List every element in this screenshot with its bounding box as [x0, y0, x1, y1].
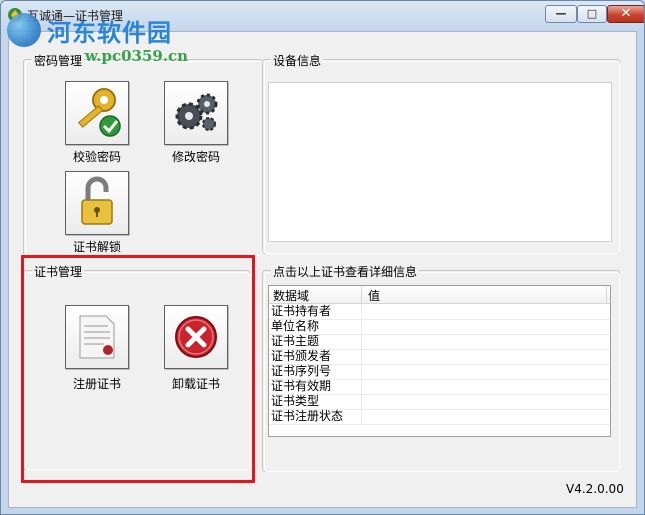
password-group: 密码管理 校验密码 修改密码 证书解锁	[23, 52, 263, 256]
verify-password-button[interactable]	[65, 81, 129, 145]
list-item[interactable]: 证书颁发者	[269, 349, 610, 365]
device-info-title: 设备信息	[271, 52, 324, 69]
change-password-button[interactable]	[164, 81, 228, 145]
list-item[interactable]: 证书有效期	[269, 379, 610, 395]
maximize-icon: □	[586, 7, 598, 20]
maximize-button[interactable]: □	[577, 5, 607, 23]
field-name: 证书类型	[271, 394, 320, 408]
field-name: 证书有效期	[271, 379, 332, 393]
column-header-field[interactable]: 数据域	[273, 287, 309, 304]
minimize-icon: —	[555, 7, 567, 20]
gears-icon	[175, 93, 218, 131]
field-value	[361, 304, 362, 320]
device-info-box	[268, 82, 612, 242]
unlock-cert-button[interactable]	[65, 171, 129, 235]
field-value	[361, 334, 362, 350]
minimize-button[interactable]: —	[545, 5, 577, 23]
column-separator-end	[606, 286, 607, 303]
field-name: 证书注册状态	[271, 409, 344, 423]
field-value	[361, 364, 362, 380]
padlock-open-icon	[81, 176, 113, 225]
device-info-group: 设备信息	[262, 52, 620, 254]
close-button[interactable]: ✕	[607, 5, 644, 23]
field-value	[361, 319, 362, 335]
change-password-label: 修改密码	[171, 150, 220, 164]
field-value	[361, 379, 362, 395]
verify-password-label: 校验密码	[72, 150, 121, 164]
password-group-title: 密码管理	[32, 52, 85, 69]
close-icon: ✕	[620, 6, 632, 21]
field-name: 单位名称	[271, 319, 320, 333]
list-item[interactable]: 证书持有者	[269, 304, 610, 320]
field-name: 证书持有者	[271, 304, 332, 318]
list-item[interactable]: 证书主题	[269, 334, 610, 350]
cert-manage-title: 证书管理	[32, 263, 85, 280]
cert-detail-list[interactable]: 数据域 值 证书持有者 单位名称 证书主题 证书颁发者 证书序列号 证书有效期 …	[268, 285, 611, 437]
field-value	[361, 409, 362, 425]
field-name: 证书颁发者	[271, 349, 332, 363]
app-icon	[8, 8, 22, 22]
highlight-frame	[21, 255, 255, 483]
cert-detail-group: 点击以上证书查看详细信息 数据域 值 证书持有者 单位名称 证书主题 证书颁发者…	[262, 263, 620, 472]
field-name: 证书序列号	[271, 364, 332, 378]
list-item[interactable]: 证书序列号	[269, 364, 610, 380]
column-header-value[interactable]: 值	[368, 287, 380, 304]
field-value	[361, 349, 362, 365]
column-separator	[361, 286, 362, 303]
cert-detail-title: 点击以上证书查看详细信息	[271, 263, 420, 280]
unlock-cert-label: 证书解锁	[72, 240, 121, 254]
key-check-icon	[78, 88, 121, 137]
list-item[interactable]: 证书注册状态	[269, 409, 610, 425]
field-name: 证书主题	[271, 334, 320, 348]
field-value	[361, 394, 362, 410]
title-bar[interactable]: 互诚通—证书管理 — □ ✕	[1, 1, 644, 29]
list-item[interactable]: 单位名称	[269, 319, 610, 335]
main-window: 互诚通—证书管理 — □ ✕ 密码管理 校验密码 修改密码 证书解锁 设备信息 …	[0, 0, 645, 515]
window-title: 互诚通—证书管理	[27, 9, 124, 23]
list-item[interactable]: 证书类型	[269, 394, 610, 410]
list-header: 数据域 值	[269, 286, 610, 304]
version-label: V4.2.0.00	[566, 482, 624, 496]
